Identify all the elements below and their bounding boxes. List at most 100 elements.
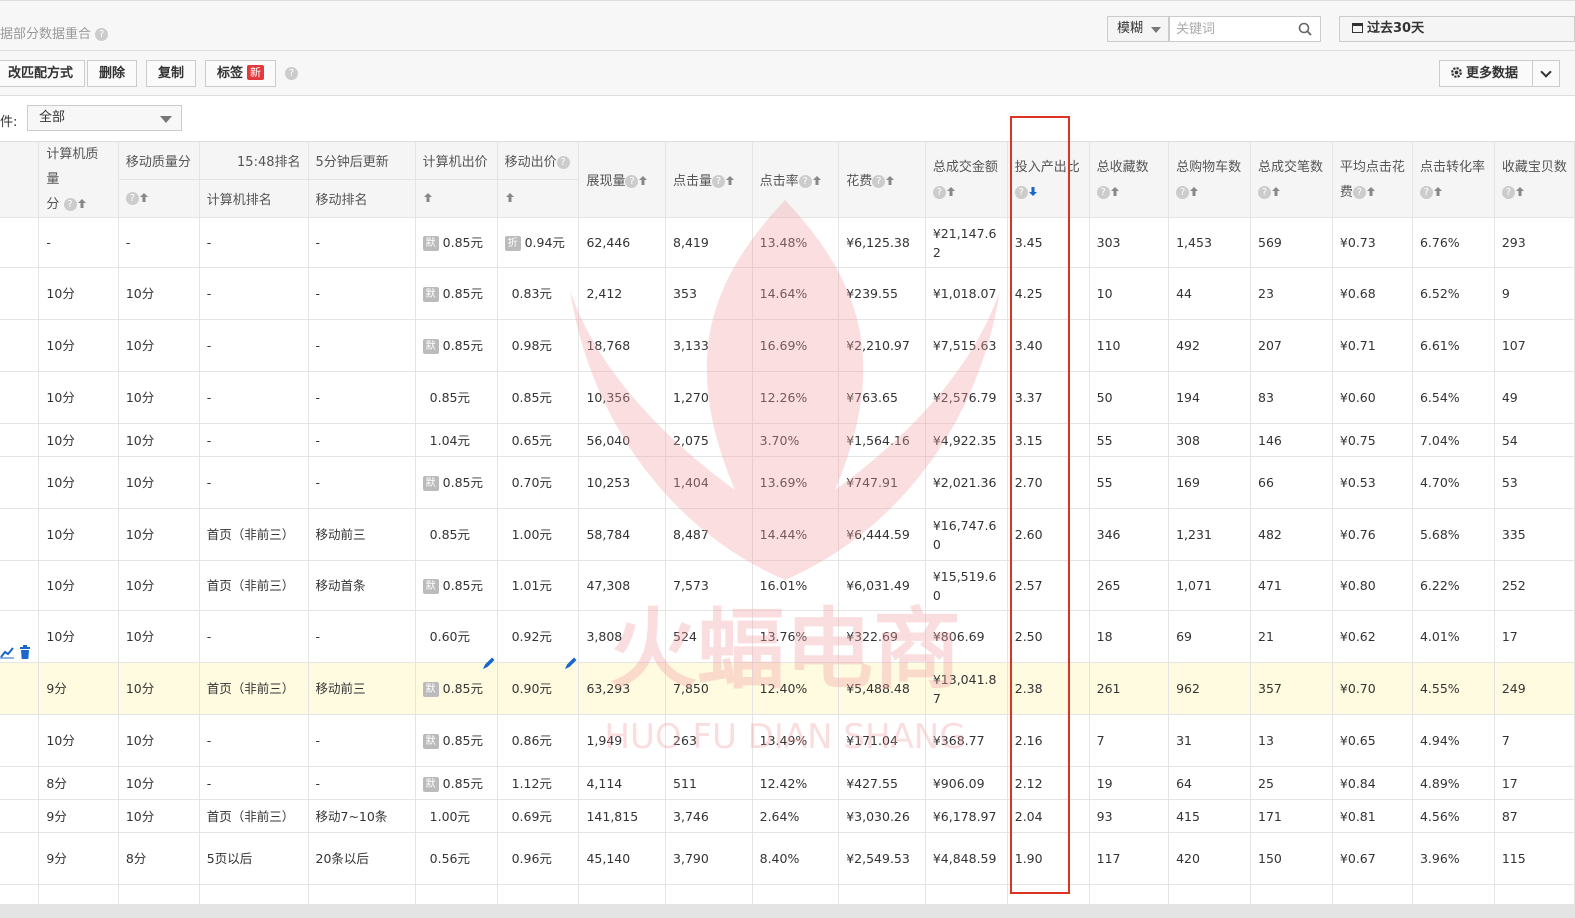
item-favs-header[interactable]: 收藏宝贝数? [1494, 142, 1575, 218]
help-icon[interactable]: ? [932, 185, 946, 199]
mobile-bid-cell[interactable]: 1.01元 [497, 560, 580, 611]
table-row[interactable]: 9分 10分 首页（非前三） 移动7~10条 1.00元 0.69元 141,815 3,74… [0, 799, 1575, 833]
help-icon[interactable]: ? [1258, 185, 1272, 199]
cvr-header[interactable]: 点击转化率? [1412, 142, 1495, 218]
more-data-dropdown[interactable] [1532, 60, 1560, 87]
table-row[interactable]: 8分 10分 - - 默 0.85元 1.12元 4,114 511 12.42% ¥427.55 ¥… [0, 766, 1575, 800]
mobile-bid-sort-cell[interactable] [497, 179, 580, 218]
orders-header[interactable]: 总成交笔数? [1250, 142, 1333, 218]
table-row[interactable]: 10分 10分 - - 默 0.85元 0.86元 1,949 263 13.49% ¥171.04… [0, 714, 1575, 767]
mobile-bid-cell[interactable]: 0.90元 [497, 662, 580, 715]
pc-bid-cell[interactable]: 默 0.85元 [415, 456, 498, 509]
sort-up-icon[interactable] [423, 192, 433, 203]
filter-select[interactable]: 全部 [27, 105, 182, 131]
keyword-search-input[interactable] [1176, 20, 1294, 38]
delete-button[interactable]: 删除 [87, 60, 138, 87]
edit-pencil-icon[interactable] [564, 656, 578, 670]
mobile-quality-header[interactable]: 移动质量分 [118, 142, 200, 181]
mobile-bid-cell[interactable]: 折 0.94元 [497, 217, 580, 268]
horizontal-scrollbar[interactable] [0, 904, 1575, 918]
more-data-button[interactable]: 更多数据 [1439, 60, 1533, 87]
help-icon[interactable]: ? [556, 156, 570, 170]
copy-button[interactable]: 复制 [146, 60, 197, 87]
pc-bid-cell[interactable]: 默 0.85元 [415, 560, 498, 611]
trash-icon[interactable] [19, 645, 31, 659]
sort-up-icon[interactable] [725, 175, 735, 186]
pc-bid-header[interactable]: 计算机出价 [415, 142, 498, 181]
impressions-header[interactable]: 展现量? [578, 142, 667, 218]
pc-bid-cell[interactable]: 默 0.85元 [415, 267, 498, 320]
favs-header[interactable]: 总收藏数? [1089, 142, 1170, 218]
sort-up-icon[interactable] [1515, 186, 1525, 197]
pc-bid-cell[interactable]: 0.56元 [415, 832, 498, 885]
mobile-bid-cell[interactable]: 0.92元 [497, 610, 580, 663]
clicks-header[interactable]: 点击量? [665, 142, 753, 218]
mobile-bid-cell[interactable]: 0.98元 [497, 319, 580, 372]
sort-up-icon[interactable] [1433, 186, 1443, 197]
mobile-bid-cell[interactable]: 0.85元 [497, 371, 580, 424]
carts-header[interactable]: 总购物车数? [1168, 142, 1252, 218]
sort-up-icon[interactable] [1271, 186, 1281, 197]
help-icon[interactable]: ? [63, 198, 77, 211]
table-row[interactable]: 10分 10分 - - 0.85元 0.85元 10,356 1,270 12.26% ¥763.… [0, 371, 1575, 424]
pc-bid-cell[interactable]: 0.85元 [415, 508, 498, 561]
sort-up-icon[interactable] [77, 198, 87, 209]
ctr-header[interactable]: 点击率? [752, 142, 840, 218]
table-row[interactable]: - - - - 默 0.85元折 0.94元 62,446 8,419 13.48% ¥6,125.… [0, 217, 1575, 268]
pc-bid-sort-cell[interactable] [415, 179, 498, 218]
table-row[interactable]: 9分 10分 首页（非前三） 移动前三 默 0.85元 0.90元 63,293 7,850 12… [0, 662, 1575, 715]
sort-up-icon[interactable] [946, 186, 956, 197]
match-mode-select[interactable]: 模糊 [1107, 16, 1169, 42]
help-icon[interactable]: ? [1352, 185, 1366, 199]
trend-chart-icon[interactable] [0, 645, 14, 659]
mobile-bid-cell[interactable]: 0.65元 [497, 423, 580, 457]
pc-quality-header[interactable]: 计算机质量分 ? [38, 142, 119, 218]
pc-bid-cell[interactable]: 1.00元 [415, 799, 498, 833]
pc-bid-cell[interactable]: 默 0.85元 [415, 714, 498, 767]
table-row[interactable]: 10分 10分 - - 默 0.85元 0.98元 18,768 3,133 16.69% ¥2,2… [0, 319, 1575, 372]
edit-pencil-icon[interactable] [482, 656, 496, 670]
gmv-header[interactable]: 总成交金额? [925, 142, 1008, 218]
roi-header[interactable]: 投入产出比? [1007, 142, 1090, 218]
mobile-bid-header[interactable]: 移动出价? [497, 142, 580, 181]
sort-up-icon[interactable] [812, 175, 822, 186]
help-icon[interactable]: ? [125, 192, 139, 206]
keyword-search-box[interactable] [1169, 16, 1321, 42]
table-row[interactable]: 10分 10分 - - 默 0.85元 0.70元 10,253 1,404 13.69% ¥747… [0, 456, 1575, 509]
sort-up-icon[interactable] [1366, 186, 1376, 197]
help-icon[interactable]: ? [1419, 185, 1433, 199]
search-icon[interactable] [1298, 22, 1312, 36]
pc-bid-cell[interactable]: 默 0.85元 [415, 217, 498, 268]
mobile-bid-cell[interactable]: 1.00元 [497, 508, 580, 561]
mobile-bid-cell[interactable]: 1.12元 [497, 766, 580, 800]
help-icon[interactable]: ? [625, 175, 639, 188]
mobile-bid-cell[interactable]: 0.86元 [497, 714, 580, 767]
help-icon[interactable]: ? [1176, 185, 1190, 199]
help-icon[interactable]: ? [1501, 185, 1515, 199]
change-match-button[interactable]: 改匹配方式 [0, 60, 86, 87]
table-row[interactable]: 9分 8分 5页以后 20条以后 0.56元 0.96元 45,140 3,790 8.40% ¥… [0, 832, 1575, 885]
pc-bid-cell[interactable]: 0.60元 [415, 610, 498, 663]
help-icon[interactable]: ? [798, 175, 812, 188]
table-row[interactable]: 10分 10分 首页（非前三） 移动前三 0.85元 1.00元 58,784 8,487 14… [0, 508, 1575, 561]
sort-up-icon[interactable] [1110, 186, 1120, 197]
help-icon[interactable]: ? [285, 67, 298, 80]
help-icon[interactable]: ? [712, 175, 726, 188]
cpc-header[interactable]: 平均点击花费? [1332, 142, 1413, 218]
mobile-bid-cell[interactable]: 0.96元 [497, 832, 580, 885]
mobile-quality-sort-cell[interactable]: ? [118, 179, 200, 218]
help-icon[interactable]: ? [1014, 185, 1028, 199]
help-icon[interactable]: ? [872, 175, 886, 188]
pc-bid-cell[interactable]: 1.04元 [415, 423, 498, 457]
table-row[interactable]: 10分 10分 - - 0.60元 0.92元 3,808 524 13.76% ¥322.69 ¥… [0, 610, 1575, 663]
sort-up-icon[interactable] [638, 175, 648, 186]
sort-up-icon[interactable] [1189, 186, 1199, 197]
table-row[interactable]: 10分 10分 - - 1.04元 0.65元 56,040 2,075 3.70% ¥1,564… [0, 423, 1575, 457]
mobile-bid-cell[interactable]: 0.70元 [497, 456, 580, 509]
pc-bid-cell[interactable]: 默 0.85元 [415, 766, 498, 800]
table-row[interactable]: 10分 10分 - - 默 0.85元 0.83元 2,412 353 14.64% ¥239.55… [0, 267, 1575, 320]
cost-header[interactable]: 花费? [838, 142, 926, 218]
sort-down-active-icon[interactable] [1028, 186, 1038, 197]
pc-bid-cell[interactable]: 默 0.85元 [415, 319, 498, 372]
help-icon[interactable]: ? [1096, 185, 1110, 199]
